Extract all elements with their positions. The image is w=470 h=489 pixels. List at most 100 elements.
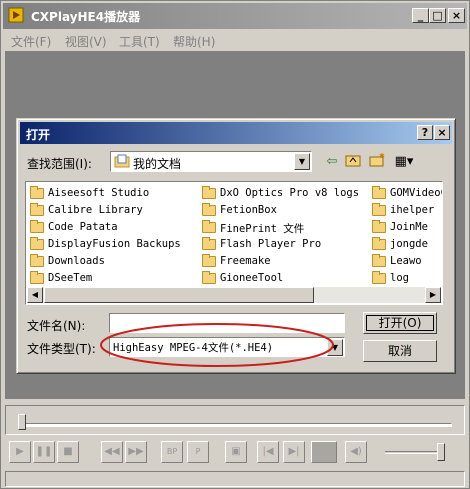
minimize-button[interactable]: _: [412, 8, 429, 23]
new-folder-icon[interactable]: ✱: [367, 152, 387, 171]
fullscreen-button[interactable]: [311, 441, 337, 463]
horizontal-scrollbar[interactable]: ◀ ▶: [27, 287, 441, 303]
folder-icon: [372, 203, 386, 216]
list-item-label: JoinMe: [390, 221, 428, 233]
list-item-label: log: [390, 272, 409, 284]
up-folder-icon[interactable]: [343, 153, 363, 171]
bp-button[interactable]: BP: [161, 441, 183, 463]
player-titlebar[interactable]: CXPlayHE4播放器 _ □ ×: [3, 3, 467, 29]
list-item-label: Code Patata: [48, 221, 118, 233]
scroll-right-icon[interactable]: ▶: [425, 287, 441, 303]
list-item-label: DSeeTem: [48, 272, 93, 284]
folder-icon: [202, 254, 216, 267]
folder-icon: [202, 237, 216, 250]
cancel-button[interactable]: 取消: [363, 340, 437, 362]
folder-icon: [372, 186, 386, 199]
list-item-label: Flash Player Pro: [220, 238, 322, 250]
list-item-label: Calibre Library: [48, 204, 143, 216]
help-button[interactable]: ?: [417, 125, 433, 140]
list-item-label: Aiseesoft Studio: [48, 187, 150, 199]
scroll-thumb[interactable]: [44, 287, 314, 303]
seek-thumb[interactable]: [18, 414, 26, 430]
folder-icon: [372, 220, 386, 233]
scroll-left-icon[interactable]: ◀: [27, 287, 43, 303]
menu-tools[interactable]: 工具(T): [119, 33, 160, 50]
folder-icon: [30, 186, 44, 199]
list-item-label: Leawo: [390, 255, 422, 267]
bp-icon: BP: [166, 447, 178, 456]
folder-icon: [372, 254, 386, 267]
rewind-button[interactable]: ◀◀: [101, 441, 123, 463]
folder-icon: [30, 203, 44, 216]
folder-icon: [30, 237, 44, 250]
skip-back-button[interactable]: |◀: [257, 441, 279, 463]
file-list[interactable]: Aiseesoft Studio Calibre Library Code Pata…: [25, 181, 443, 305]
stop-button[interactable]: ■: [57, 441, 79, 463]
pause-icon: ❚❚: [35, 446, 53, 457]
list-item-label: jongde: [390, 238, 428, 250]
menu-view[interactable]: 视图(V): [65, 33, 107, 50]
open-button[interactable]: 打开(O): [363, 312, 437, 334]
volume-icon: ◀): [350, 446, 362, 457]
filename-input[interactable]: [109, 313, 345, 333]
dialog-titlebar[interactable]: 打开 ? ×: [20, 122, 452, 144]
dialog-close-button[interactable]: ×: [434, 125, 450, 140]
pause-button[interactable]: ❚❚: [33, 441, 55, 463]
svg-text:✱: ✱: [379, 153, 385, 160]
view-menu-icon[interactable]: ▦▾: [391, 153, 417, 171]
app-icon: [8, 7, 24, 23]
skip-back-icon: |◀: [262, 446, 274, 457]
filename-label: 文件名(N):: [27, 319, 86, 333]
chevron-down-icon[interactable]: ▼: [327, 339, 343, 356]
skip-forward-button[interactable]: ▶|: [283, 441, 305, 463]
skip-forward-icon: ▶|: [288, 446, 300, 457]
playback-controls: ▶ ❚❚ ■ ◀◀ ▶▶ BP P ▣ |◀ ▶| ◀): [5, 437, 465, 469]
folder-icon: [30, 254, 44, 267]
lookin-label: 查找范围(I):: [27, 157, 92, 171]
lookin-combo[interactable]: 我的文档 ▼: [110, 151, 312, 172]
list-item-label: FetionBox: [220, 204, 277, 216]
play-button[interactable]: ▶: [9, 441, 31, 463]
list-item-label: Freemake: [220, 255, 271, 267]
rewind-icon: ◀◀: [104, 446, 120, 457]
chevron-down-icon[interactable]: ▼: [294, 153, 310, 170]
menu-help[interactable]: 帮助(H): [173, 33, 215, 50]
list-item-label: GOMVideoC: [390, 187, 443, 199]
app-title: CXPlayHE4播放器: [31, 10, 141, 24]
status-bar: [5, 471, 465, 487]
list-item-label: GioneeTool: [220, 272, 284, 284]
filetype-combo[interactable]: HighEasy MPEG-4文件(*.HE4) ▼: [109, 337, 345, 357]
volume-thumb[interactable]: [437, 443, 445, 461]
seek-panel: [5, 405, 465, 435]
play-icon: ▶: [16, 446, 24, 457]
menu-file[interactable]: 文件(F): [11, 33, 51, 50]
fast-forward-icon: ▶▶: [128, 446, 144, 457]
seek-track[interactable]: [20, 423, 452, 427]
filetype-value: HighEasy MPEG-4文件(*.HE4): [113, 342, 274, 354]
stop-icon: ■: [63, 446, 73, 457]
folder-icon: [30, 220, 44, 233]
fast-forward-button[interactable]: ▶▶: [125, 441, 147, 463]
filetype-label: 文件类型(T):: [27, 342, 96, 356]
close-button[interactable]: ×: [448, 8, 465, 23]
folder-icon: [372, 237, 386, 250]
dots-icon: ▣: [231, 446, 241, 457]
volume-track[interactable]: [385, 451, 445, 454]
folder-icon: [202, 271, 216, 284]
maximize-button[interactable]: □: [429, 8, 446, 23]
p-icon: P: [195, 447, 201, 456]
folder-icon: [372, 271, 386, 284]
volume-button[interactable]: ◀): [345, 441, 367, 463]
list-item-label: FinePrint 文件: [220, 223, 305, 235]
list-item-label: Downloads: [48, 255, 105, 267]
folder-icon: [202, 186, 216, 199]
menu-bar: 文件(F) 视图(V) 工具(T) 帮助(H): [3, 30, 467, 50]
open-dialog: 打开 ? × 查找范围(I): 我的文档 ▼ ⇦ ✱ ▦▾ Aiseesoft …: [16, 118, 456, 374]
p-button[interactable]: P: [187, 441, 209, 463]
dialog-title: 打开: [26, 128, 51, 142]
back-icon[interactable]: ⇦: [322, 153, 342, 171]
list-item-label: ihelper: [390, 204, 435, 216]
dots-button[interactable]: ▣: [225, 441, 247, 463]
lookin-value: 我的文档: [133, 157, 182, 171]
list-item-label: DxO Optics Pro v8 logs: [220, 187, 360, 199]
